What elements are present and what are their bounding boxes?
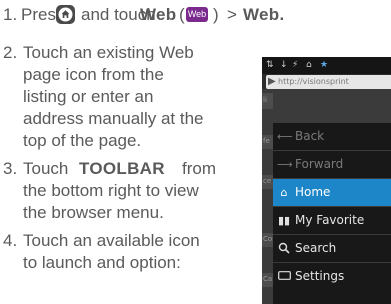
step-line: address manually at the bbox=[23, 109, 204, 128]
charge-icon: ⚡ bbox=[292, 60, 299, 70]
download-icon: ↓ bbox=[280, 60, 288, 70]
address-bar[interactable]: ▶ http://visionsprint bbox=[266, 75, 391, 89]
menu-item-label: Home bbox=[295, 185, 331, 199]
step-line: Touch an available icon bbox=[23, 231, 200, 250]
step-2: 2. Touch an existing Web page icon from … bbox=[3, 42, 258, 152]
browser-menu: ⟵ Back ⟶ Forward ⌂ Home ▮▮ My Favorite S… bbox=[273, 123, 391, 304]
go-arrow-icon: ▶ bbox=[268, 76, 276, 87]
home-status-icon: ⌂ bbox=[306, 60, 312, 70]
arrow-separator: > bbox=[227, 5, 237, 24]
page-fragment: fe bbox=[262, 135, 273, 149]
step-line: Touch an existing Web bbox=[23, 43, 194, 62]
step-line: the bottom right to view bbox=[23, 181, 199, 200]
toolbar-label: TOOLBAR bbox=[79, 159, 165, 178]
settings-icon bbox=[277, 270, 291, 283]
page-fragment-text: ce bbox=[263, 177, 272, 185]
step-number: 2. bbox=[3, 43, 18, 62]
menu-item-search[interactable]: Search bbox=[273, 235, 391, 262]
step-4: 4. Touch an available icon to launch and… bbox=[3, 230, 258, 304]
forward-arrow-icon: ⟶ bbox=[277, 158, 293, 171]
page-fragment: Co bbox=[262, 233, 273, 247]
status-bar: ⇅ ↓ ⚡ ⌂ ★ bbox=[262, 57, 391, 74]
menu-item-back[interactable]: ⟵ Back bbox=[273, 123, 391, 150]
bookmarks-icon: ▮▮ bbox=[277, 214, 291, 227]
step-number: 3. bbox=[3, 159, 18, 178]
step-number: 4. bbox=[3, 231, 18, 250]
page-fragment-text: Co bbox=[263, 235, 273, 243]
page-fragment-text: fe bbox=[263, 137, 270, 145]
page-fragment: li bbox=[262, 93, 273, 109]
page-fragment-text: li bbox=[263, 96, 267, 104]
menu-item-label: My Favorite bbox=[295, 213, 365, 227]
step-line: the browser menu. bbox=[23, 203, 164, 222]
address-url: http://visionsprint bbox=[278, 77, 349, 86]
page-fragment: Ca bbox=[262, 273, 273, 287]
step-line: top of the page. bbox=[23, 131, 142, 150]
page-fragment-text: Ca bbox=[263, 275, 273, 283]
step-line: from bbox=[182, 159, 216, 178]
menu-item-label: Search bbox=[295, 241, 337, 255]
step-line: page icon from the bbox=[23, 65, 164, 84]
step-line: listing or enter an bbox=[23, 87, 154, 106]
web-label: Web bbox=[140, 5, 177, 24]
step-1: 1. Press and touch Web ( Web ) > Web. bbox=[3, 4, 389, 28]
menu-item-forward[interactable]: ⟶ Forward bbox=[273, 151, 391, 178]
page-fragment: ce bbox=[262, 175, 273, 189]
web-app-icon: Web bbox=[186, 7, 208, 22]
menu-item-settings[interactable]: Settings bbox=[273, 263, 391, 290]
step-line: Touch bbox=[23, 159, 69, 178]
phone-screenshot: ⇅ ↓ ⚡ ⌂ ★ ▶ http://visionsprint li fe ce… bbox=[262, 57, 391, 304]
home-icon: ⌂ bbox=[280, 186, 288, 199]
step-line: to launch and option: bbox=[23, 253, 181, 272]
signal-icon: ⇅ bbox=[266, 60, 274, 70]
open-paren: ( bbox=[179, 5, 185, 24]
star-icon: ★ bbox=[320, 60, 329, 70]
menu-item-my-favorite[interactable]: ▮▮ My Favorite bbox=[273, 207, 391, 234]
menu-item-home[interactable]: ⌂ Home bbox=[273, 179, 391, 206]
home-key-icon bbox=[56, 5, 75, 24]
close-paren: ) bbox=[213, 5, 219, 24]
step-number: 1. bbox=[3, 5, 18, 24]
menu-item-label: Forward bbox=[295, 157, 344, 171]
menu-item-label: Settings bbox=[295, 269, 345, 283]
step-3: 3. Touch TOOLBAR from the bottom right t… bbox=[3, 158, 258, 224]
search-icon bbox=[277, 242, 291, 255]
back-arrow-icon: ⟵ bbox=[277, 130, 293, 143]
menu-item-label: Back bbox=[295, 129, 325, 143]
web-final-label: Web. bbox=[243, 5, 285, 24]
